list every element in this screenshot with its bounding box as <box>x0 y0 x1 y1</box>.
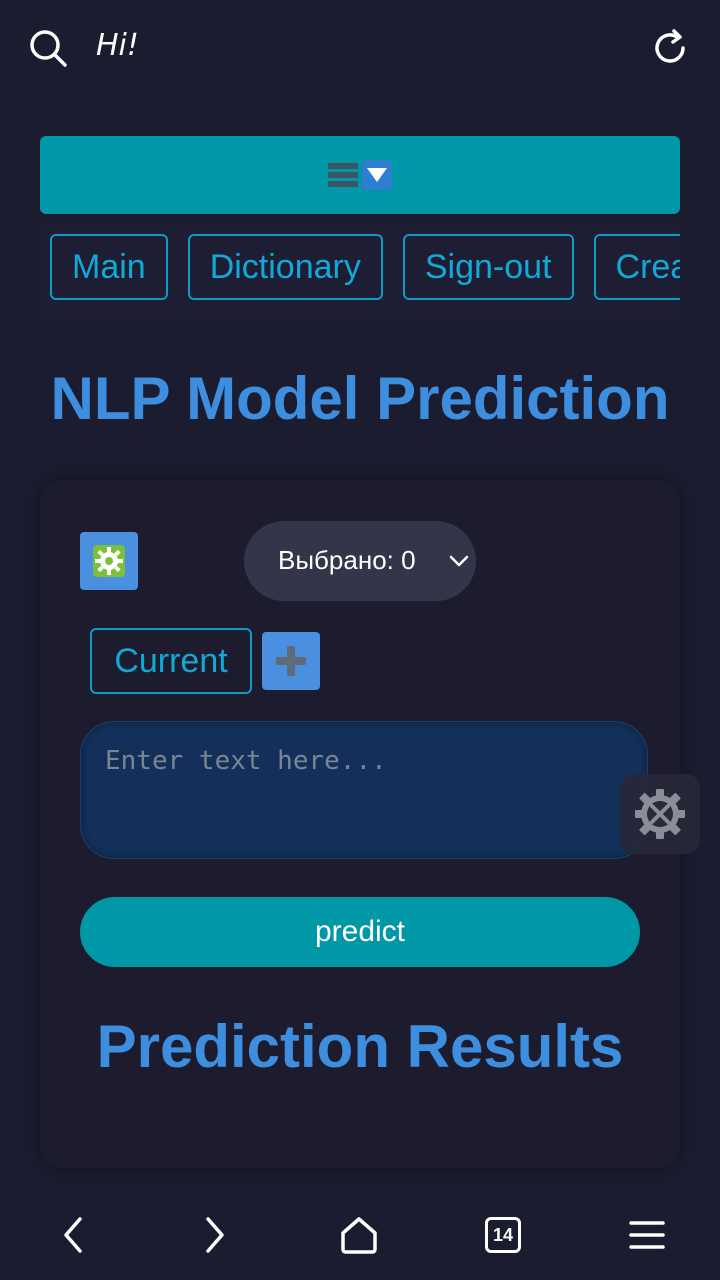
search-icon[interactable] <box>28 28 68 68</box>
menu-toggle-button[interactable] <box>40 136 680 214</box>
reload-icon[interactable] <box>650 28 690 68</box>
greeting-text: Hi! <box>96 28 139 63</box>
nav-tab-create[interactable]: Create <box>593 234 680 300</box>
menu-button[interactable] <box>620 1208 674 1262</box>
current-button[interactable]: Current <box>90 628 252 694</box>
floating-tools-button[interactable] <box>620 774 700 854</box>
results-title: Prediction Results <box>96 1013 624 1080</box>
tabs-button[interactable]: 14 <box>476 1208 530 1262</box>
selection-dropdown[interactable]: Выбрано: 0 <box>244 521 476 601</box>
text-input-placeholder: Enter text here... <box>105 746 387 776</box>
home-icon <box>341 1217 377 1254</box>
forward-icon <box>206 1217 224 1253</box>
gear-icon <box>93 545 125 577</box>
forward-button[interactable] <box>188 1208 242 1262</box>
plus-icon <box>276 646 306 676</box>
hamburger-icon <box>328 163 358 187</box>
menu-icon <box>629 1221 665 1249</box>
nav-tab-sign-out[interactable]: Sign-out <box>402 234 574 300</box>
home-button[interactable] <box>332 1208 386 1262</box>
back-button[interactable] <box>46 1208 100 1262</box>
page-title: NLP Model Prediction <box>50 365 670 432</box>
add-button[interactable] <box>262 632 320 690</box>
tools-gear-icon <box>635 789 685 839</box>
nav-tab-dictionary[interactable]: Dictionary <box>187 234 383 300</box>
settings-button[interactable] <box>80 532 138 590</box>
down-arrow-icon <box>362 160 392 190</box>
prediction-card: Выбрано: 0 Current Enter text here... pr… <box>40 480 680 1168</box>
nav-tabs-scroller[interactable]: Main Dictionary Sign-out Create <box>40 224 680 320</box>
tabs-icon: 14 <box>485 1217 521 1253</box>
browser-top-bar: Hi! <box>0 0 720 96</box>
chevron-down-icon <box>449 555 469 567</box>
browser-bottom-nav: 14 <box>0 1190 720 1280</box>
selection-value: Выбрано: 0 <box>278 545 416 575</box>
predict-button[interactable]: predict <box>80 897 640 967</box>
text-input[interactable]: Enter text here... <box>80 721 648 859</box>
back-icon <box>64 1217 82 1253</box>
nav-tab-main[interactable]: Main <box>50 234 168 300</box>
